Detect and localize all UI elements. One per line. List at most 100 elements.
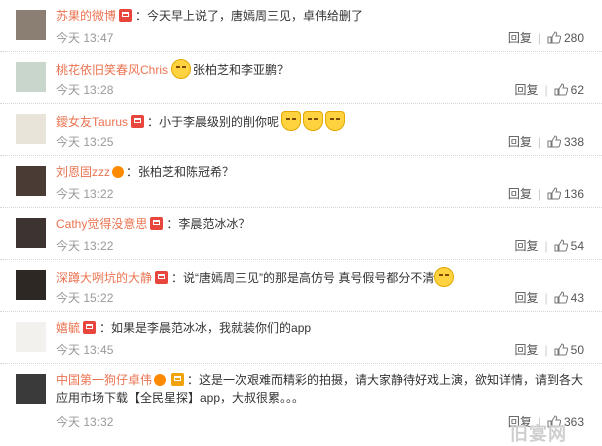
like-count: 136 xyxy=(563,187,584,201)
verified-badge-icon xyxy=(131,115,145,128)
vip-crown-icon xyxy=(112,166,125,178)
like-count: 62 xyxy=(570,83,584,97)
cat-emoji-icon xyxy=(281,111,302,131)
comment-item: 深蹲大咧坑的大静 ：说“唐嫣周三见”的那是高仿号 真号假号都分不清 今天 15:2… xyxy=(0,260,602,312)
verified-badge-icon xyxy=(83,321,97,334)
thumbs-up-icon xyxy=(554,239,568,252)
comment-item: 桃花依旧笑春风Chris 张柏芝和李亚鹏？ 今天 13:28 回复 | 62 xyxy=(0,52,602,104)
avatar[interactable] xyxy=(16,10,46,40)
avatar[interactable] xyxy=(16,270,46,300)
avatar[interactable] xyxy=(16,374,46,404)
thumbs-up-icon xyxy=(547,135,561,148)
verified-badge-icon xyxy=(155,271,169,284)
username-link[interactable]: 中国第一狗仔卓伟 xyxy=(56,373,152,387)
like-count: 54 xyxy=(570,239,584,253)
avatar[interactable] xyxy=(16,114,46,144)
comment-time: 今天 13:47 xyxy=(56,31,114,45)
comment-time: 今天 13:22 xyxy=(56,187,114,201)
comment-line: 刘恩固zzz ：张柏芝和陈冠希？ xyxy=(56,163,594,181)
reply-button[interactable]: 回复 xyxy=(515,83,539,97)
comment-time: 今天 13:28 xyxy=(56,83,114,97)
reply-button[interactable]: 回复 xyxy=(508,135,532,149)
comment-text: ：今天早上说了，唐嫣周三见，卓伟给删了 xyxy=(135,9,364,23)
separator: | xyxy=(544,239,548,253)
username-link[interactable]: 深蹲大咧坑的大静 xyxy=(56,271,152,285)
avatar[interactable] xyxy=(16,166,46,196)
username-link[interactable]: 鑀女友Taurus xyxy=(56,115,128,129)
comment-actions: 回复 | 136 xyxy=(508,185,584,202)
like-button[interactable]: 43 xyxy=(554,291,584,305)
separator: | xyxy=(544,83,548,97)
comment-actions: 回复 | 50 xyxy=(515,341,585,358)
like-button[interactable]: 136 xyxy=(547,187,584,201)
comment-time: 今天 13:45 xyxy=(56,343,114,357)
like-button[interactable]: 338 xyxy=(547,135,584,149)
thumbs-up-icon xyxy=(554,291,568,304)
separator: | xyxy=(537,31,541,45)
comment-list: 苏果的微博 ：今天早上说了，唐嫣周三见，卓伟给删了 今天 13:47 回复 | 280… xyxy=(0,0,602,436)
emoji-icon xyxy=(171,59,192,79)
reply-button[interactable]: 回复 xyxy=(508,187,532,201)
comment-text: ：张柏芝和陈冠希？ xyxy=(126,165,235,179)
comment-time: 今天 13:32 xyxy=(56,415,114,429)
reply-button[interactable]: 回复 xyxy=(515,239,539,253)
comment-item: 鑀女友Taurus ：小于李晨级别的削你呢 今天 13:25 回复 | 338 xyxy=(0,104,602,156)
comment-text: ：李晨范冰冰？ xyxy=(166,217,251,231)
comment-text: ：这是一次艰难而精彩的拍摄，请大家静待好戏上演，欲知详情，请到各大 xyxy=(187,373,584,387)
comment-actions: 回复 | 338 xyxy=(508,133,584,150)
comment-line: Cathy觉得没意思 ：李晨范冰冰？ xyxy=(56,215,594,233)
cat-emoji-icon xyxy=(325,111,346,131)
comment-item: 嬉毓 ：如果是李晨范冰冰，我就装你们的app 今天 13:45 回复 | 50 xyxy=(0,312,602,364)
reply-button[interactable]: 回复 xyxy=(508,31,532,45)
like-count: 43 xyxy=(570,291,584,305)
reply-button[interactable]: 回复 xyxy=(515,291,539,305)
vip-crown-icon xyxy=(154,374,167,386)
separator: | xyxy=(537,187,541,201)
comment-item: Cathy觉得没意思 ：李晨范冰冰？ 今天 13:22 回复 | 54 xyxy=(0,208,602,260)
separator: | xyxy=(537,135,541,149)
username-link[interactable]: 嬉毓 xyxy=(56,321,80,335)
username-link[interactable]: 桃花依旧笑春风Chris xyxy=(56,63,168,77)
comment-text-continued: 应用市场下载【全民星探】app，大叔很累。。。 xyxy=(56,391,305,405)
thumbs-up-icon xyxy=(554,83,568,96)
separator: | xyxy=(544,291,548,305)
comment-actions: 回复 | 280 xyxy=(508,29,584,46)
thumbs-up-icon xyxy=(547,31,561,44)
verified-badge-icon xyxy=(150,217,164,230)
avatar[interactable] xyxy=(16,62,46,92)
like-button[interactable]: 62 xyxy=(554,83,584,97)
comment-time: 今天 13:22 xyxy=(56,239,114,253)
site-watermark: 旧宴网 xyxy=(510,424,567,444)
verified-badge-icon xyxy=(119,9,133,22)
like-count: 50 xyxy=(570,343,584,357)
thumbs-up-icon xyxy=(554,343,568,356)
username-link[interactable]: 苏果的微博 xyxy=(56,9,116,23)
comment-line: 深蹲大咧坑的大静 ：说“唐嫣周三见”的那是高仿号 真号假号都分不清 xyxy=(56,267,594,287)
comment-text: ：如果是李晨范冰冰，我就装你们的app xyxy=(99,321,312,335)
like-count: 338 xyxy=(563,135,584,149)
like-button[interactable]: 50 xyxy=(554,343,584,357)
reply-button[interactable]: 回复 xyxy=(515,343,539,357)
like-count: 280 xyxy=(563,31,584,45)
comment-item: 苏果的微博 ：今天早上说了，唐嫣周三见，卓伟给删了 今天 13:47 回复 | 280 xyxy=(0,0,602,52)
comment-line: 嬉毓 ：如果是李晨范冰冰，我就装你们的app xyxy=(56,319,594,337)
comment-line: 苏果的微博 ：今天早上说了，唐嫣周三见，卓伟给删了 xyxy=(56,7,594,25)
like-button[interactable]: 280 xyxy=(547,31,584,45)
comment-line: 中国第一狗仔卓伟 ：这是一次艰难而精彩的拍摄，请大家静待好戏上演，欲知详情，请到各… xyxy=(56,371,594,407)
comment-line: 桃花依旧笑春风Chris 张柏芝和李亚鹏？ xyxy=(56,59,594,79)
comment-actions: 回复 | 43 xyxy=(515,289,585,306)
username-link[interactable]: Cathy觉得没意思 xyxy=(56,217,147,231)
comment-text: ：小于李晨级别的削你呢 xyxy=(147,115,280,129)
emoji-icon xyxy=(434,267,455,287)
comment-time: 今天 13:25 xyxy=(56,135,114,149)
avatar[interactable] xyxy=(16,218,46,248)
verified-badge-icon xyxy=(171,373,185,386)
username-link[interactable]: 刘恩固zzz xyxy=(56,165,110,179)
avatar[interactable] xyxy=(16,322,46,352)
comment-text: ：说“唐嫣周三见”的那是高仿号 真号假号都分不清 xyxy=(171,271,435,285)
like-button[interactable]: 54 xyxy=(554,239,584,253)
cat-emoji-icon xyxy=(303,111,324,131)
comment-actions: 回复 | 62 xyxy=(515,81,585,98)
comment-item: 刘恩固zzz ：张柏芝和陈冠希？ 今天 13:22 回复 | 136 xyxy=(0,156,602,208)
comment-time: 今天 15:22 xyxy=(56,291,114,305)
